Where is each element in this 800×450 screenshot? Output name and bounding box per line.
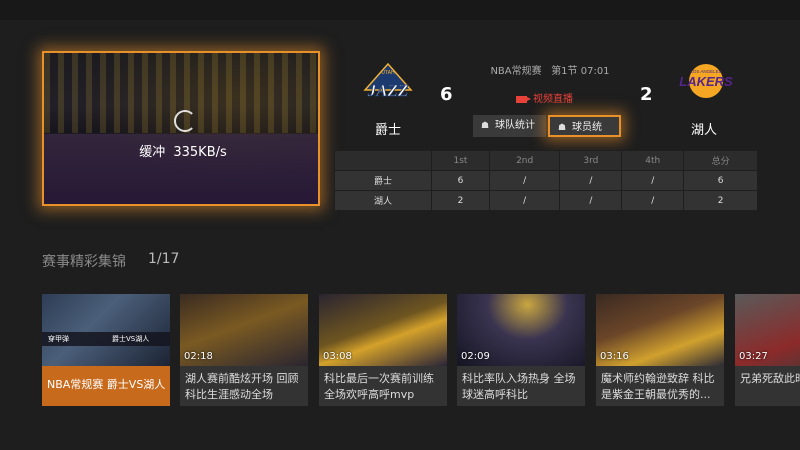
jazz-logo-text: JAZZ: [367, 81, 409, 100]
match-header: NBA常规赛 第1节 07:01: [430, 62, 670, 77]
table-cell: 6: [431, 170, 490, 191]
table-cell-total: 6: [683, 170, 758, 191]
highlight-thumbnail: 穿甲弹 爵士VS湖人: [42, 294, 170, 366]
home-team-name: 爵士: [375, 123, 402, 138]
league-name: NBA常规赛: [490, 66, 542, 77]
highlights-title: 赛事精彩集锦: [42, 254, 126, 270]
highlight-caption: 科比率队入场热身 全场球迷高呼科比: [462, 372, 576, 401]
buffer-label: 缓冲: [139, 145, 166, 160]
highlight-caption: NBA常规赛 爵士VS湖人: [47, 378, 166, 391]
table-cell-team: 湖人: [334, 190, 432, 211]
video-player[interactable]: 缓冲 335KB/s: [42, 51, 320, 206]
highlight-caption: 魔术师约翰逊致辞 科比是紫金王朝最优秀的...: [601, 372, 715, 401]
top-band: [0, 0, 800, 20]
home-score: 6: [440, 84, 453, 105]
table-row: 爵士 6 / / / 6: [334, 170, 758, 191]
table-cell: /: [488, 190, 561, 211]
highlight-duration: 03:27: [739, 351, 768, 362]
thumbnail-score-bar: 穿甲弹 爵士VS湖人: [42, 332, 170, 346]
away-score: 2: [640, 84, 653, 105]
buffer-status: 缓冲 335KB/s: [44, 141, 318, 160]
table-cell: /: [621, 170, 685, 191]
jazz-logo-sub: UTAH: [381, 70, 395, 76]
lakers-logo-text: LAKERS: [679, 74, 733, 89]
table-cell: /: [621, 190, 685, 211]
table-header-cell: 2nd: [488, 150, 561, 171]
highlight-duration: 03:08: [323, 351, 352, 362]
player-stats-icon: ☗: [558, 123, 567, 133]
highlight-duration: 03:16: [600, 351, 629, 362]
quarter-score-table: 1st 2nd 3rd 4th 总分 爵士 6 / / / 6 湖人 2 / /…: [334, 150, 758, 211]
highlights-count: 1/17: [148, 251, 180, 267]
table-cell-total: 2: [683, 190, 758, 211]
highlight-caption: 科比最后一次赛前训练 全场欢呼高呼mvp: [324, 372, 434, 401]
highlight-card[interactable]: 穿甲弹 爵士VS湖人 NBA常规赛 爵士VS湖人: [42, 294, 170, 406]
thumbnail-bar-left: 穿甲弹: [48, 335, 69, 343]
table-cell: /: [559, 170, 623, 191]
table-cell-team: 爵士: [334, 170, 432, 191]
table-cell: /: [488, 170, 561, 191]
table-header-cell: 3rd: [559, 150, 623, 171]
highlight-duration: 02:18: [184, 351, 213, 362]
highlight-card[interactable]: 02:18 湖人赛前酷炫开场 回顾科比生涯感动全场: [180, 294, 308, 406]
table-header-row: 1st 2nd 3rd 4th 总分: [334, 150, 758, 171]
highlight-card[interactable]: 03:16 魔术师约翰逊致辞 科比是紫金王朝最优秀的...: [596, 294, 724, 406]
highlight-card[interactable]: 02:09 科比率队入场热身 全场球迷高呼科比: [457, 294, 585, 406]
loading-spinner-icon: [174, 110, 196, 132]
team-stats-label: 球队统计: [495, 120, 535, 131]
team-stats-button[interactable]: ☗ 球队统计: [473, 115, 546, 137]
table-cell: 2: [431, 190, 490, 211]
table-header-cell: 1st: [431, 150, 490, 171]
table-header-cell: 总分: [683, 150, 758, 171]
player-stats-button[interactable]: ☗球员统计: [548, 115, 621, 137]
team-stats-icon: ☗: [481, 121, 490, 131]
lakers-logo: LOS ANGELES LAKERS: [679, 64, 733, 98]
buffer-speed: 335KB/s: [173, 145, 227, 160]
live-label: 视频直播: [533, 94, 573, 105]
table-row: 湖人 2 / / / 2: [334, 190, 758, 211]
video-camera-icon: [516, 95, 531, 103]
away-team-name: 湖人: [691, 123, 718, 138]
highlight-caption: 兄弟死敌此时鲨鱼禅师示: [740, 372, 800, 385]
live-video-link[interactable]: 视频直播: [516, 90, 573, 105]
highlight-caption: 湖人赛前酷炫开场 回顾科比生涯感动全场: [185, 372, 299, 401]
highlight-duration: 02:09: [461, 351, 490, 362]
highlight-card[interactable]: 03:27 兄弟死敌此时鲨鱼禅师示: [735, 294, 800, 406]
period-time: 第1节 07:01: [551, 66, 610, 77]
table-cell: /: [559, 190, 623, 211]
table-header-cell: 4th: [621, 150, 685, 171]
thumbnail-bar-right: 爵士VS湖人: [112, 335, 150, 343]
table-header-cell: [334, 150, 432, 171]
jazz-logo: UTAH JAZZ: [363, 62, 413, 100]
highlight-card[interactable]: 03:08 科比最后一次赛前训练 全场欢呼高呼mvp: [319, 294, 447, 406]
